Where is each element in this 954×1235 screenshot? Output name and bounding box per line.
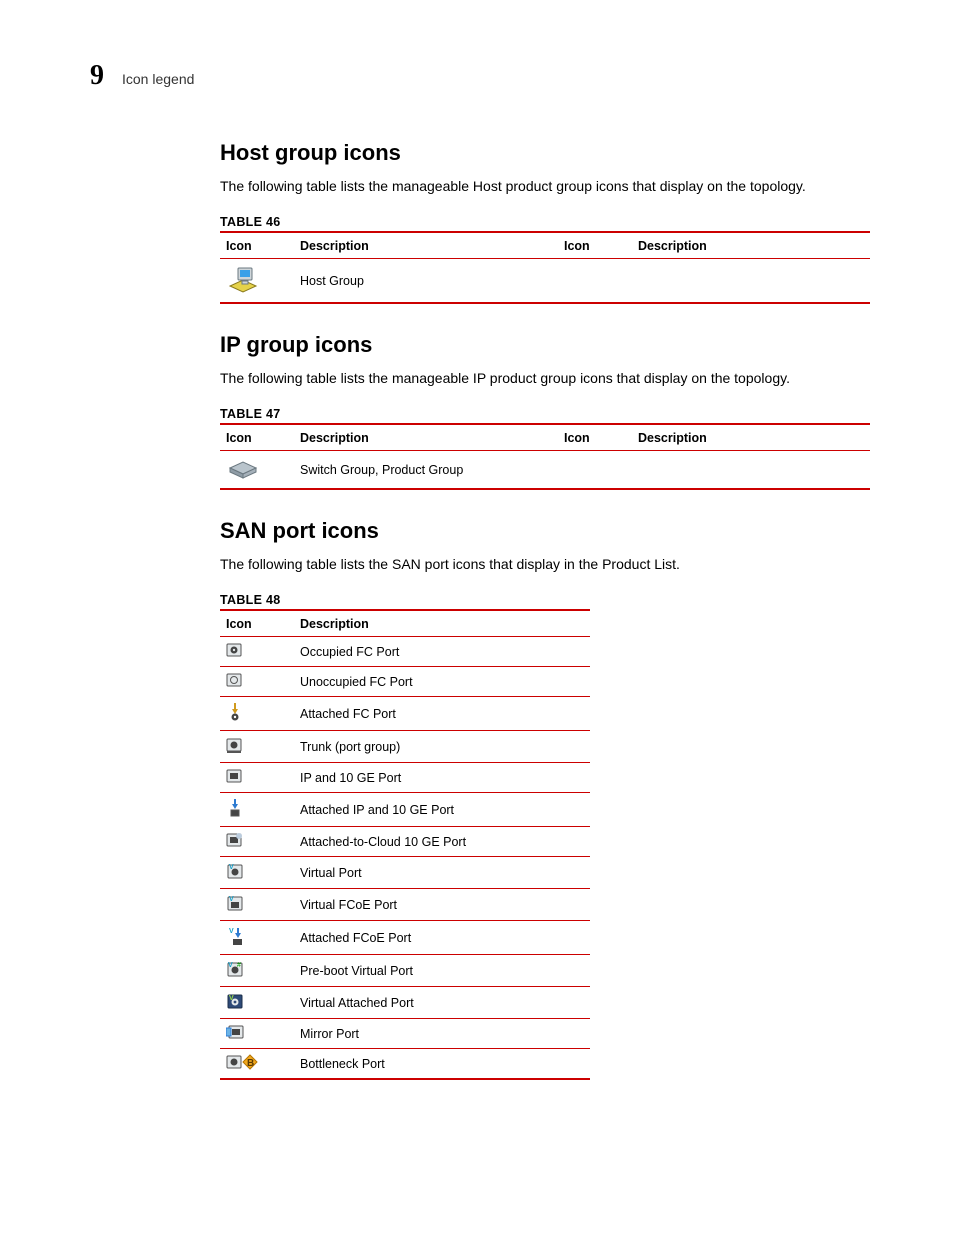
section-intro-ip: The following table lists the manageable… xyxy=(220,368,874,389)
svg-text:V: V xyxy=(229,995,234,1002)
svg-text:V: V xyxy=(229,896,234,903)
th-description: Description xyxy=(294,232,558,259)
table-row: B Bottleneck Port xyxy=(220,1049,590,1080)
trunk-port-group-icon xyxy=(226,736,244,757)
table-row: Mirror Port xyxy=(220,1019,590,1049)
table-row: V Virtual Attached Port xyxy=(220,987,590,1019)
cell-description: Bottleneck Port xyxy=(294,1049,590,1080)
chapter-number: 9 xyxy=(90,60,104,92)
cell-description: Mirror Port xyxy=(294,1019,590,1049)
table-caption-47: TABLE 47 xyxy=(220,407,874,421)
svg-text:#: # xyxy=(237,962,241,969)
cell-description: Switch Group, Product Group xyxy=(294,451,558,490)
bottleneck-port-icon: B xyxy=(226,1054,258,1073)
table-row: Host Group xyxy=(220,259,870,304)
mirror-port-icon xyxy=(226,1024,246,1043)
page: 9 Icon legend Host group icons The follo… xyxy=(0,0,954,1140)
table-row: Occupied FC Port xyxy=(220,637,590,667)
table-row: Unoccupied FC Port xyxy=(220,667,590,697)
section-intro-host: The following table lists the manageable… xyxy=(220,176,874,197)
table-row: IP and 10 GE Port xyxy=(220,763,590,793)
ip-10ge-port-icon xyxy=(226,768,244,787)
virtual-attached-port-icon: V xyxy=(226,992,244,1013)
cell-description: Virtual FCoE Port xyxy=(294,889,590,921)
svg-text:V: V xyxy=(229,864,234,871)
cell-description: Virtual Port xyxy=(294,857,590,889)
th-description: Description xyxy=(632,424,870,451)
svg-text:V: V xyxy=(228,962,233,969)
table-row: V Attached FCoE Port xyxy=(220,921,590,955)
page-header: 9 Icon legend xyxy=(90,60,874,92)
cell-description: Host Group xyxy=(294,259,558,304)
unoccupied-fc-port-icon xyxy=(226,672,244,691)
th-icon: Icon xyxy=(558,424,632,451)
content-area: Host group icons The following table lis… xyxy=(220,140,874,1080)
cell-description: Occupied FC Port xyxy=(294,637,590,667)
occupied-fc-port-icon xyxy=(226,642,244,661)
table-row: Attached-to-Cloud 10 GE Port xyxy=(220,827,590,857)
cell-description: Attached FC Port xyxy=(294,697,590,731)
table-caption-48: TABLE 48 xyxy=(220,593,874,607)
table-47: Icon Description Icon Description xyxy=(220,423,870,490)
table-row: V Virtual Port xyxy=(220,857,590,889)
preboot-virtual-port-icon: #V xyxy=(226,960,244,981)
th-icon: Icon xyxy=(220,232,294,259)
table-row: Switch Group, Product Group xyxy=(220,451,870,490)
table-row: Attached IP and 10 GE Port xyxy=(220,793,590,827)
attached-ip-10ge-port-icon xyxy=(226,798,244,821)
virtual-port-icon: V xyxy=(226,862,244,883)
section-title-host: Host group icons xyxy=(220,140,874,166)
host-group-icon xyxy=(226,264,260,297)
running-title: Icon legend xyxy=(122,71,194,87)
cell-description: Attached FCoE Port xyxy=(294,921,590,955)
cell-description: Attached IP and 10 GE Port xyxy=(294,793,590,827)
table-row: #V Pre-boot Virtual Port xyxy=(220,955,590,987)
virtual-fcoe-port-icon: V xyxy=(226,894,244,915)
cell-description: Attached-to-Cloud 10 GE Port xyxy=(294,827,590,857)
switch-group-icon xyxy=(226,456,260,483)
attached-cloud-10ge-port-icon xyxy=(226,832,244,851)
cell-description: Trunk (port group) xyxy=(294,731,590,763)
table-row: Attached FC Port xyxy=(220,697,590,731)
table-48: Icon Description Occupied FC Port Unoccu… xyxy=(220,609,590,1080)
cell-description: IP and 10 GE Port xyxy=(294,763,590,793)
section-title-san: SAN port icons xyxy=(220,518,874,544)
cell-description: Pre-boot Virtual Port xyxy=(294,955,590,987)
table-row: V Virtual FCoE Port xyxy=(220,889,590,921)
cell-description: Unoccupied FC Port xyxy=(294,667,590,697)
table-caption-46: TABLE 46 xyxy=(220,215,874,229)
th-icon: Icon xyxy=(220,610,294,637)
attached-fc-port-icon xyxy=(226,702,244,725)
th-description: Description xyxy=(632,232,870,259)
th-icon: Icon xyxy=(220,424,294,451)
table-46: Icon Description Icon Description xyxy=(220,231,870,304)
cell-description: Virtual Attached Port xyxy=(294,987,590,1019)
th-icon: Icon xyxy=(558,232,632,259)
section-title-ip: IP group icons xyxy=(220,332,874,358)
svg-text:B: B xyxy=(247,1058,254,1069)
svg-text:V: V xyxy=(229,928,234,935)
table-row: Trunk (port group) xyxy=(220,731,590,763)
th-description: Description xyxy=(294,424,558,451)
attached-fcoe-port-icon: V xyxy=(226,926,244,949)
section-intro-san: The following table lists the SAN port i… xyxy=(220,554,874,575)
th-description: Description xyxy=(294,610,590,637)
